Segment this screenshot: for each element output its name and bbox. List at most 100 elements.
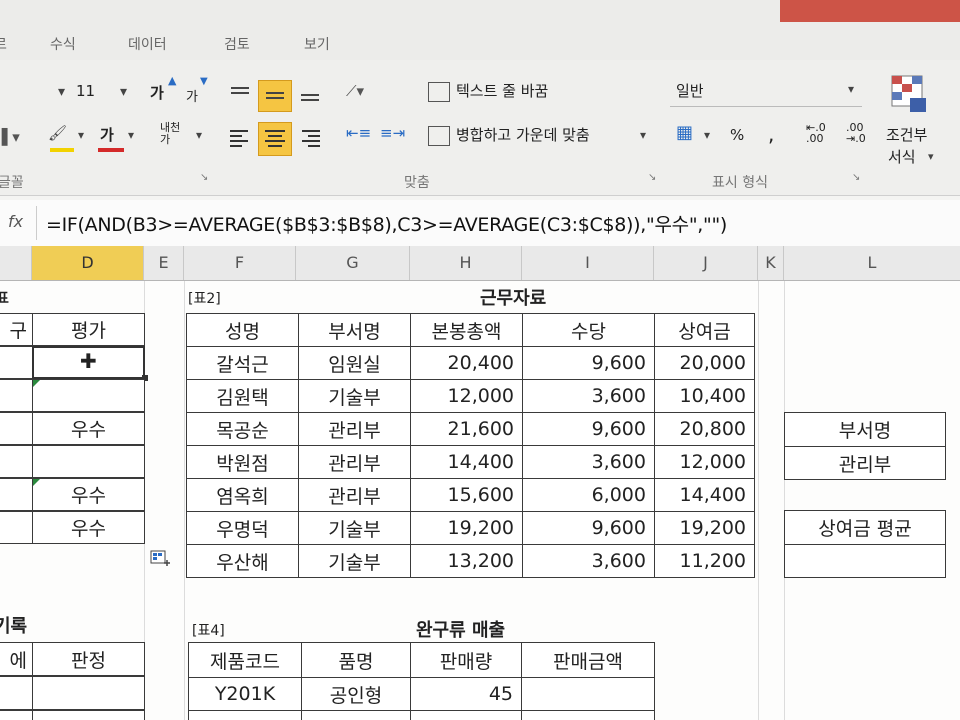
table2-cell[interactable]: 9,600 xyxy=(522,412,655,446)
table1-cell[interactable] xyxy=(32,379,145,412)
table3-cell[interactable] xyxy=(32,676,145,710)
table2-cell[interactable]: 기술부 xyxy=(298,544,411,578)
table1-cell[interactable]: 우수 xyxy=(32,478,145,511)
table4-header[interactable]: 품명 xyxy=(301,642,411,678)
percent-button[interactable]: % xyxy=(730,126,744,144)
table2-header[interactable]: 본봉총액 xyxy=(410,313,523,347)
table1-cell-partial[interactable] xyxy=(0,511,34,544)
fx-icon[interactable]: fx xyxy=(8,212,23,231)
decrease-decimal-icon[interactable]: .00 ⇥.0 xyxy=(846,122,866,144)
table4-cell[interactable]: Y201K xyxy=(188,677,302,711)
table4-cell[interactable] xyxy=(410,710,522,720)
table4-cell[interactable]: 공인형 xyxy=(301,677,411,711)
table2-cell[interactable]: 20,800 xyxy=(654,412,755,446)
font-size-dropdown-arrow[interactable]: ▾ xyxy=(58,84,65,100)
chevron-down-icon[interactable]: ▾ xyxy=(196,128,202,142)
align-top-icon[interactable] xyxy=(228,84,252,104)
table2-cell[interactable]: 관리부 xyxy=(298,478,411,512)
merge-center-button[interactable]: 병합하고 가운데 맞춤 xyxy=(456,124,590,145)
table2-cell[interactable]: 11,200 xyxy=(654,544,755,578)
table4-cell[interactable] xyxy=(521,677,655,711)
phonetic-icon[interactable]: 내천 가 xyxy=(160,122,180,146)
table1-cell-partial[interactable] xyxy=(0,412,34,445)
conditional-format-icon[interactable] xyxy=(888,72,932,118)
table4-header[interactable]: 제품코드 xyxy=(188,642,302,678)
conditional-format-label-1[interactable]: 조건부 xyxy=(886,124,927,145)
table2-cell[interactable]: 3,600 xyxy=(522,544,655,578)
table1-cell-partial[interactable] xyxy=(0,478,34,511)
table1-cell[interactable] xyxy=(32,445,145,478)
font-color-icon[interactable]: 가 xyxy=(100,124,114,145)
table2-cell[interactable]: 관리부 xyxy=(298,412,411,446)
table2-cell[interactable]: 9,600 xyxy=(522,346,655,380)
table4-header[interactable]: 판매량 xyxy=(410,642,522,678)
table3-header[interactable]: 판정 xyxy=(32,642,145,676)
column-header-partial[interactable] xyxy=(0,246,32,280)
table1-cell[interactable]: 우수 xyxy=(32,511,145,544)
table2-cell[interactable]: 14,400 xyxy=(654,478,755,512)
align-center-icon[interactable] xyxy=(258,122,292,156)
dialog-launcher-icon[interactable]: ↘ xyxy=(200,172,208,183)
table2-cell[interactable]: 우명덕 xyxy=(186,511,299,545)
table2-cell[interactable]: 10,400 xyxy=(654,379,755,413)
comma-button[interactable]: , xyxy=(768,122,774,146)
table2-cell[interactable]: 기술부 xyxy=(298,511,411,545)
table2-header[interactable]: 상여금 xyxy=(654,313,755,347)
table2-cell[interactable]: 3,600 xyxy=(522,445,655,479)
result-label-cell[interactable]: 상여금 평균 xyxy=(784,510,946,545)
chevron-down-icon[interactable]: ▾ xyxy=(704,128,710,142)
table4-cell[interactable] xyxy=(188,710,302,720)
table1-cell-partial[interactable] xyxy=(0,379,34,412)
table2-cell[interactable]: 14,400 xyxy=(410,445,523,479)
border-icon-partial[interactable]: ▐ ▾ xyxy=(0,128,20,146)
chevron-down-icon[interactable]: ▾ xyxy=(120,84,127,100)
column-header-g[interactable]: G xyxy=(296,246,410,280)
chevron-down-icon[interactable]: ▾ xyxy=(640,128,646,142)
table2-cell[interactable]: 우산해 xyxy=(186,544,299,578)
table2-cell[interactable]: 목공순 xyxy=(186,412,299,446)
column-header-e[interactable]: E xyxy=(144,246,184,280)
table4-cell[interactable] xyxy=(521,710,655,720)
fill-color-icon[interactable]: 🖌 xyxy=(48,124,67,142)
dialog-launcher-icon[interactable]: ↘ xyxy=(648,172,656,183)
table4-cell[interactable]: 45 xyxy=(410,677,522,711)
table3-cell-partial[interactable] xyxy=(0,710,34,720)
decrease-indent-icon[interactable]: ⇤≡ xyxy=(346,124,371,142)
table2-cell[interactable]: 박원점 xyxy=(186,445,299,479)
conditional-format-label-2[interactable]: 서식 xyxy=(888,146,916,167)
quick-analysis-icon[interactable] xyxy=(150,550,172,570)
table2-cell[interactable]: 20,400 xyxy=(410,346,523,380)
table2-cell[interactable]: 9,600 xyxy=(522,511,655,545)
increase-font-icon[interactable]: 가 xyxy=(150,82,164,103)
accounting-format-icon[interactable]: ▦ xyxy=(676,122,693,143)
align-left-icon[interactable] xyxy=(228,126,252,150)
column-header-j[interactable]: J xyxy=(654,246,758,280)
table2-cell[interactable]: 13,200 xyxy=(410,544,523,578)
chevron-down-icon[interactable]: ▾ xyxy=(928,150,934,163)
dialog-launcher-icon[interactable]: ↘ xyxy=(852,172,860,183)
table2-header[interactable]: 부서명 xyxy=(298,313,411,347)
table4-cell[interactable] xyxy=(301,710,411,720)
menu-item-partial[interactable]: 르 xyxy=(0,34,7,54)
increase-indent-icon[interactable]: ≡⇥ xyxy=(380,124,405,142)
table2-header[interactable]: 수당 xyxy=(522,313,655,347)
table2-cell[interactable]: 3,600 xyxy=(522,379,655,413)
menu-view[interactable]: 보기 xyxy=(304,34,330,54)
align-bottom-icon[interactable] xyxy=(298,84,322,104)
table2-cell[interactable]: 염옥희 xyxy=(186,478,299,512)
table2-cell[interactable]: 갈석근 xyxy=(186,346,299,380)
table1-cell[interactable]: 우수 xyxy=(32,412,145,445)
chevron-down-icon[interactable]: ▾ xyxy=(78,128,84,142)
column-header-f[interactable]: F xyxy=(184,246,296,280)
error-indicator-icon[interactable] xyxy=(33,380,40,387)
menu-review[interactable]: 검토 xyxy=(224,34,250,54)
table1-header[interactable]: 평가 xyxy=(32,313,145,346)
table2-cell[interactable]: 19,200 xyxy=(410,511,523,545)
text-orientation-icon[interactable]: ⟋▾ xyxy=(346,82,364,100)
increase-decimal-icon[interactable]: ⇤.0.00 xyxy=(806,122,826,144)
column-header-d[interactable]: D xyxy=(32,246,144,280)
chevron-down-icon[interactable]: ▾ xyxy=(128,128,134,142)
column-header-h[interactable]: H xyxy=(410,246,522,280)
align-middle-icon[interactable] xyxy=(258,80,292,112)
table2-cell[interactable]: 12,000 xyxy=(654,445,755,479)
